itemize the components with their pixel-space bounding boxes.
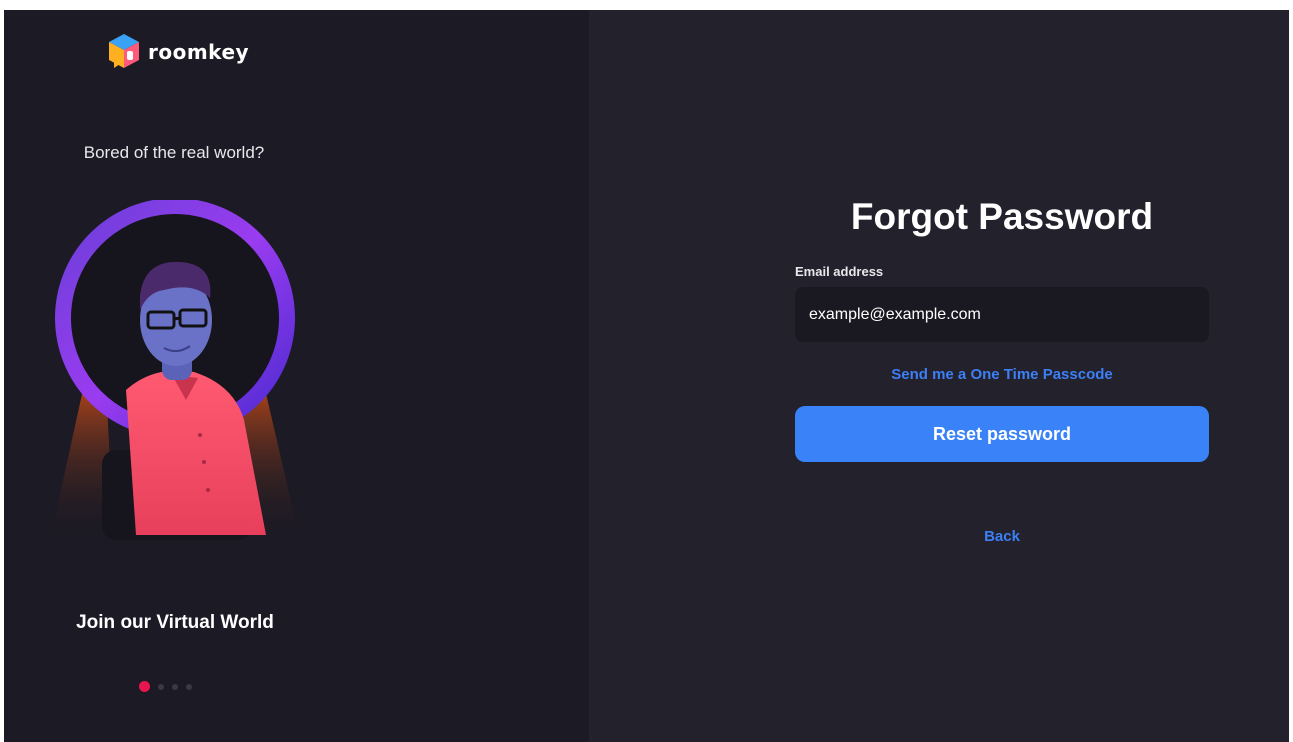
carousel-dots [139,681,192,692]
promo-title: Join our Virtual World [76,612,274,633]
app-frame: roomkey Bored of the real world? Join ou… [4,10,1289,742]
form-panel: Forgot Password Email address Send me a … [589,10,1289,742]
brand-name: roomkey [148,40,250,64]
cube-logo-icon [109,34,139,68]
email-label: Email address [795,264,884,279]
send-otp-link[interactable]: Send me a One Time Passcode [795,366,1209,383]
promo-tagline: Bored of the real world? [83,143,265,162]
carousel-dot-2[interactable] [158,683,164,690]
carousel-dot-4[interactable] [186,683,192,690]
page-title: Forgot Password [850,196,1154,237]
email-field[interactable] [795,287,1209,342]
promo-panel: roomkey Bored of the real world? Join ou… [4,10,589,742]
carousel-dot-3[interactable] [172,683,178,690]
avatar-illustration [50,200,300,540]
brand-logo: roomkey [106,32,249,72]
carousel-dot-1[interactable] [139,681,150,692]
reset-password-button[interactable]: Reset password [795,406,1209,462]
back-link[interactable]: Back [795,528,1209,545]
